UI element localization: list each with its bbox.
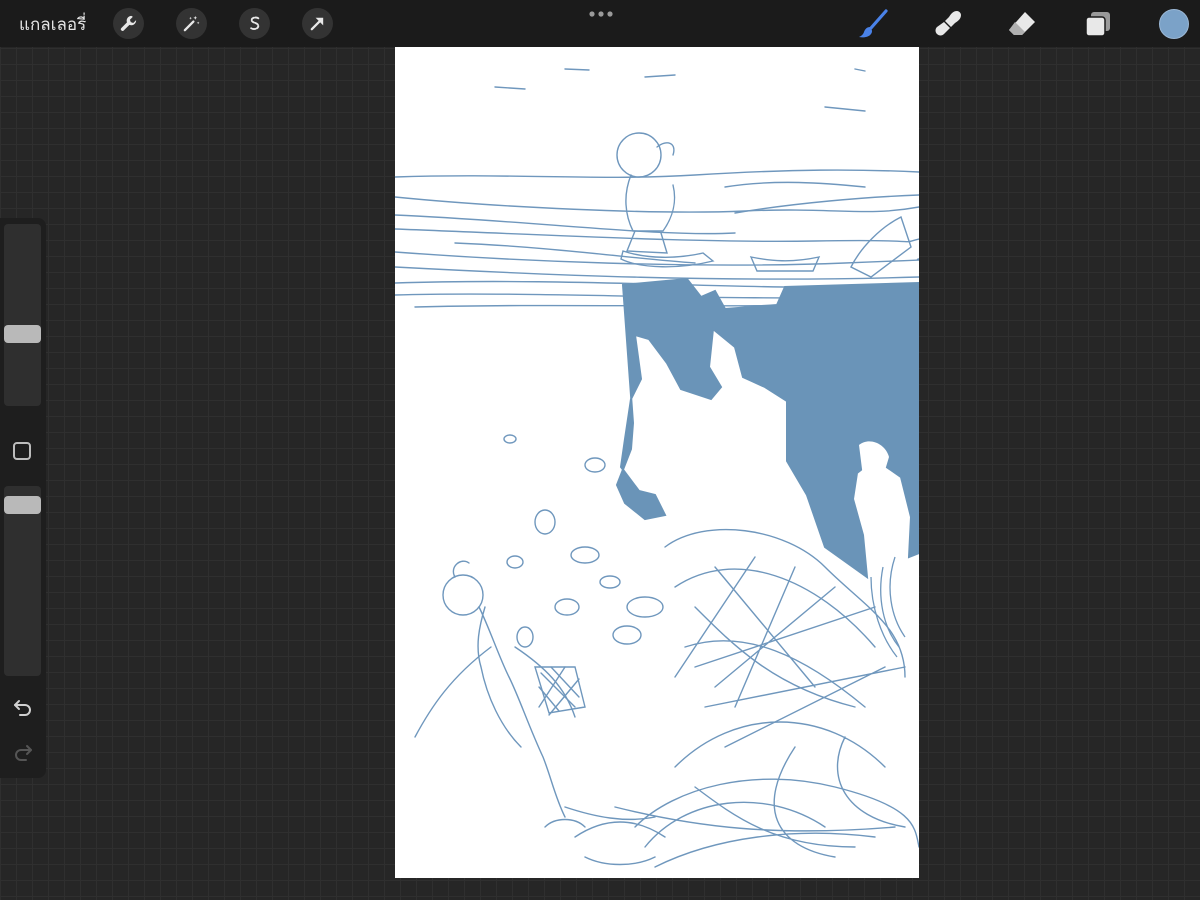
gallery-button[interactable]: แกลเลอรี่ [19,11,86,38]
brush-tool-button[interactable] [857,8,891,40]
actions-wrench-icon[interactable] [113,8,144,39]
transform-arrow-icon [310,17,324,31]
selection-s-icon [250,16,260,30]
opacity-slider[interactable] [4,486,41,676]
wrench-icon [120,15,137,31]
color-picker-swatch[interactable] [1159,9,1189,39]
top-toolbar: แกลเลอรี่ [0,0,1200,47]
selection-icon[interactable] [239,8,270,39]
eraser-icon [1009,12,1035,35]
eraser-tool-button[interactable] [1005,8,1039,40]
drawing-canvas[interactable] [395,47,919,878]
redo-icon[interactable] [12,740,34,762]
layers-button[interactable] [1081,8,1115,40]
opacity-handle[interactable] [4,496,41,514]
layers-icon [1085,12,1110,37]
more-options-icon[interactable] [588,10,614,18]
brush-size-slider[interactable] [4,224,41,406]
adjustments-magic-wand-icon[interactable] [176,8,207,39]
magic-wand-icon [183,15,200,32]
modify-button[interactable] [13,442,31,460]
undo-icon[interactable] [12,695,34,717]
brush-size-handle[interactable] [4,325,41,343]
smudge-tool-button[interactable] [930,8,964,40]
sketch-artwork [395,68,919,868]
side-toolbar [0,218,46,778]
brush-icon [859,9,888,38]
smudge-icon [935,11,961,36]
transform-icon[interactable] [302,8,333,39]
